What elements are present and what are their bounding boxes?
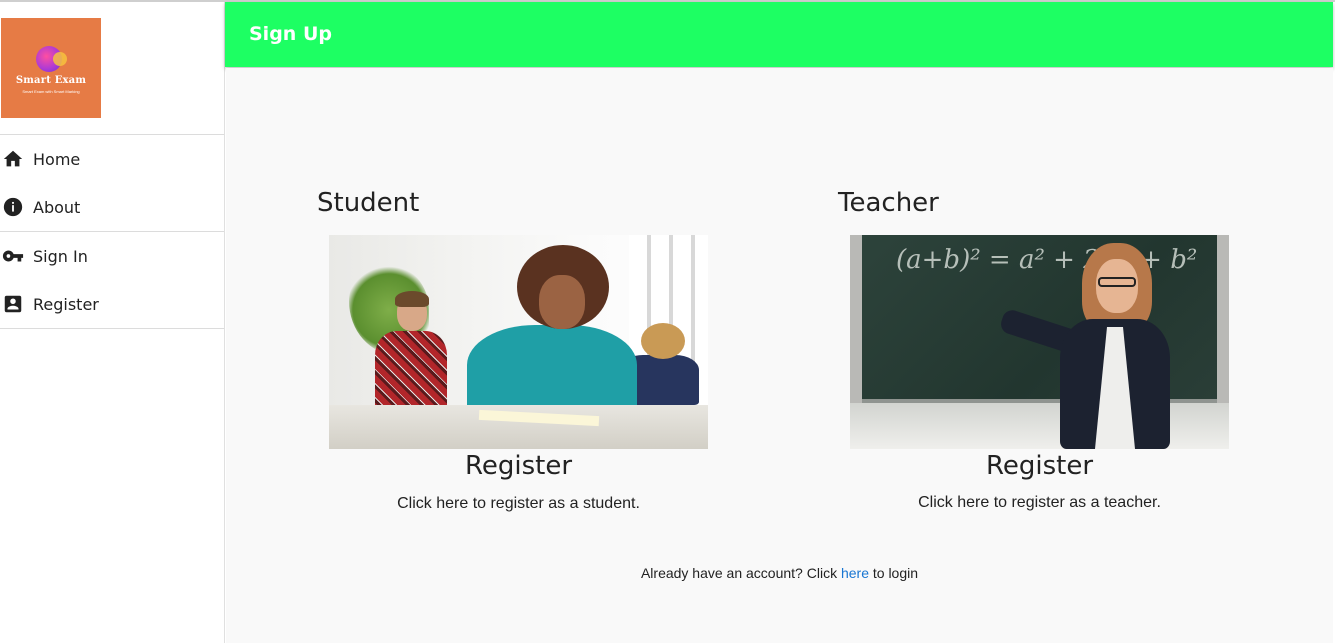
sidebar-item-sign-in[interactable]: Sign In xyxy=(0,232,224,280)
login-prompt-suffix: to login xyxy=(872,565,919,581)
login-prompt: Already have an account? Click here to l… xyxy=(226,565,1333,581)
sidebar-item-label: Register xyxy=(33,294,99,314)
page-title: Sign Up xyxy=(249,23,332,45)
teacher-card-title: Teacher xyxy=(838,188,939,218)
student-image-boy xyxy=(369,291,449,415)
student-image-boy-hair xyxy=(395,291,429,307)
home-icon xyxy=(0,146,26,172)
logo-brand-text: Smart Exam xyxy=(15,75,87,86)
sidebar-divider xyxy=(0,328,224,329)
teacher-image[interactable]: (a+b)² = a² + 2ab + b² xyxy=(850,235,1229,449)
sidebar: Smart Exam Smart Exam with Smart Marking… xyxy=(0,2,225,643)
student-image-boy-right-hair xyxy=(641,323,685,359)
main-content: Student Register Click here to register … xyxy=(226,68,1333,643)
account-box-icon xyxy=(0,291,26,317)
sidebar-item-home[interactable]: Home xyxy=(0,135,224,183)
sidebar-item-label: About xyxy=(33,197,81,217)
sidebar-item-register[interactable]: Register xyxy=(0,280,224,328)
logo-tagline: Smart Exam with Smart Marking xyxy=(22,89,80,94)
smart-exam-logo[interactable]: Smart Exam Smart Exam with Smart Marking xyxy=(1,18,101,118)
student-image-boy-body xyxy=(375,331,447,411)
teacher-image-woman xyxy=(998,243,1200,449)
app-bar: Sign Up xyxy=(225,2,1333,67)
teacher-register-description[interactable]: Click here to register as a teacher. xyxy=(850,494,1229,512)
page: Smart Exam Smart Exam with Smart Marking… xyxy=(0,0,1335,643)
login-prompt-prefix: Already have an account? Click xyxy=(640,565,838,581)
teacher-image-woman-glasses xyxy=(1098,277,1136,287)
login-link[interactable]: here xyxy=(841,565,869,581)
student-card-title: Student xyxy=(317,188,420,218)
student-image[interactable] xyxy=(329,235,708,449)
logo-orb-accent xyxy=(53,52,67,66)
sidebar-item-about[interactable]: About xyxy=(0,183,224,231)
teacher-register-heading[interactable]: Register xyxy=(850,451,1229,481)
student-image-girl-face xyxy=(539,275,585,329)
student-register-description[interactable]: Click here to register as a student. xyxy=(329,495,708,513)
sidebar-item-label: Home xyxy=(33,149,81,169)
student-register-heading[interactable]: Register xyxy=(329,451,708,481)
key-icon xyxy=(0,243,26,269)
info-icon xyxy=(0,194,26,220)
sidebar-item-label: Sign In xyxy=(33,246,88,266)
